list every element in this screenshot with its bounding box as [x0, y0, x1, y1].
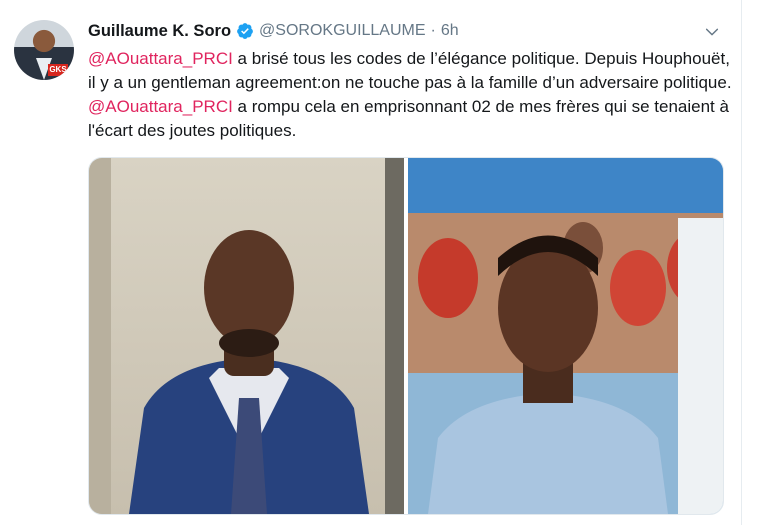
photo-right[interactable] [408, 158, 723, 514]
avatar-badge: GKS [48, 64, 68, 76]
photo-left[interactable] [89, 158, 404, 514]
media-grid [88, 157, 724, 515]
column-divider [741, 0, 742, 525]
tweet-text: @AOuattara_PRCI a brisé tous les codes d… [88, 47, 738, 143]
chevron-down-icon[interactable] [704, 24, 720, 40]
mention-link[interactable]: @AOuattara_PRCI [88, 97, 233, 116]
avatar[interactable]: GKS [14, 20, 74, 80]
meta-separator: · [430, 22, 436, 39]
verified-badge-icon [237, 23, 253, 39]
author-name[interactable]: Guillaume K. Soro [88, 22, 231, 41]
photo-right-image [408, 158, 723, 514]
tweet-header: Guillaume K. Soro @SOROKGUILLAUME · 6h [88, 20, 459, 42]
tweet[interactable]: GKS Guillaume K. Soro @SOROKGUILLAUME · … [0, 0, 741, 525]
photo-left-image [89, 158, 404, 514]
author-handle[interactable]: @SOROKGUILLAUME [259, 22, 426, 40]
tweet-timestamp[interactable]: 6h [441, 22, 459, 40]
mention-link[interactable]: @AOuattara_PRCI [88, 49, 233, 68]
